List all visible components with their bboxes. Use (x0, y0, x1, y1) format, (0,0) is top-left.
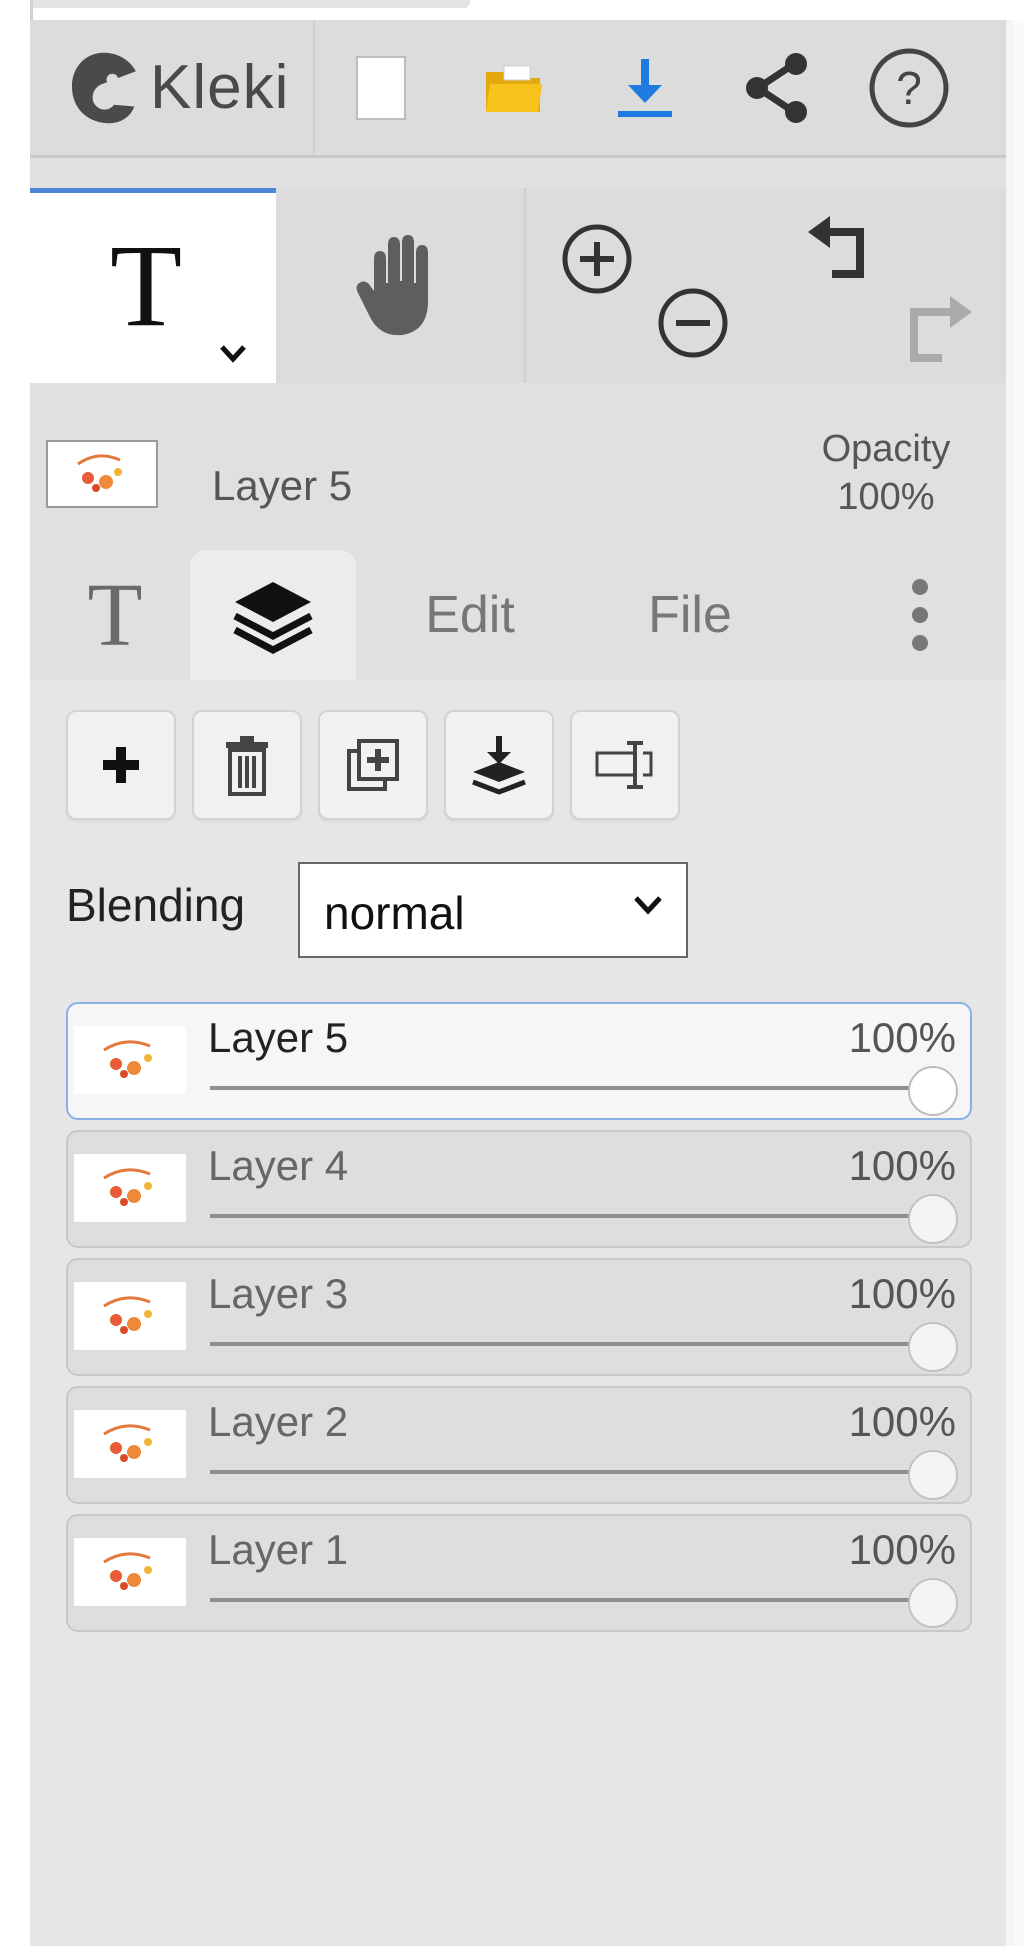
blending-value: normal (324, 887, 465, 939)
opacity-slider-track[interactable] (210, 1598, 916, 1602)
redo-icon[interactable] (898, 288, 978, 368)
zoom-out-icon[interactable] (656, 286, 730, 360)
chevron-down-icon (634, 896, 662, 915)
layer-opacity: 100% (848, 1398, 956, 1445)
canvas-edge (0, 0, 33, 1946)
layer-row[interactable]: Layer 4 100% (66, 1130, 972, 1248)
opacity-slider-handle[interactable] (908, 1578, 958, 1628)
layer-name: Layer 3 (208, 1270, 349, 1317)
share-icon (746, 52, 808, 123)
more-menu-button[interactable] (890, 550, 950, 680)
svg-text:?: ? (897, 62, 923, 114)
layer-name: Layer 2 (208, 1398, 349, 1445)
merge-down-icon (472, 736, 526, 795)
opacity-slider-handle[interactable] (908, 1194, 958, 1244)
hand-tool-button[interactable] (276, 188, 526, 383)
layer-opacity: 100% (848, 1270, 956, 1317)
open-image-button[interactable] (447, 20, 579, 155)
share-button[interactable] (711, 20, 843, 155)
layer-row[interactable]: Layer 5 100% (66, 1002, 972, 1120)
top-scrollbar (30, 0, 470, 8)
layer-row[interactable]: Layer 2 100% (66, 1386, 972, 1504)
rename-icon (595, 741, 653, 789)
layer-name: Layer 1 (208, 1526, 349, 1573)
help-button[interactable]: ? (843, 20, 975, 155)
app-name: Kleki (150, 53, 290, 122)
opacity-label: Opacity (821, 428, 951, 470)
opacity-value: 100% (837, 476, 935, 518)
help-icon: ? (869, 48, 949, 127)
opacity-slider-track[interactable] (210, 1214, 916, 1218)
app-header: Kleki ? (30, 20, 1006, 158)
current-layer-info: Layer 5 Opacity 100% (30, 400, 1006, 520)
layer-thumbnail (74, 1026, 186, 1094)
blending-select[interactable]: normal (298, 862, 688, 958)
tab-layers[interactable] (190, 550, 356, 682)
hand-icon (356, 234, 428, 335)
text-tool-glyph: T (110, 220, 183, 351)
history-controls (766, 188, 1006, 383)
layer-opacity: 100% (848, 1142, 956, 1189)
duplicate-layer-button[interactable] (318, 710, 428, 820)
app-logo[interactable]: Kleki (30, 20, 316, 155)
download-button[interactable] (579, 20, 711, 155)
layer-row[interactable]: Layer 3 100% (66, 1258, 972, 1376)
side-panel: Kleki ? T Layer 5 Opacity 100% T Edit Fi… (30, 20, 1014, 1946)
kleki-logo-icon (71, 52, 136, 123)
panel-tabs: T Edit File (30, 530, 1006, 682)
current-layer-name: Layer 5 (212, 462, 353, 509)
zoom-in-icon[interactable] (560, 222, 634, 296)
opacity-slider-track[interactable] (210, 1342, 916, 1346)
layer-thumbnail (74, 1410, 186, 1478)
undo-icon[interactable] (802, 212, 882, 292)
text-tool-button[interactable]: T (30, 188, 276, 383)
open-folder-icon (486, 65, 543, 112)
layer-opacity: 100% (848, 1526, 956, 1573)
tab-file[interactable]: File (610, 550, 770, 680)
tool-row: T (30, 188, 1006, 383)
new-image-button[interactable] (315, 20, 447, 155)
layer-name: Layer 4 (208, 1142, 349, 1189)
current-layer-thumbnail (46, 440, 158, 508)
layer-opacity: 100% (848, 1014, 956, 1061)
chevron-down-icon[interactable] (218, 343, 248, 365)
opacity-slider-handle[interactable] (908, 1066, 958, 1116)
merge-down-button[interactable] (444, 710, 554, 820)
layer-thumbnail (74, 1282, 186, 1350)
opacity-slider-handle[interactable] (908, 1450, 958, 1500)
duplicate-icon (347, 739, 399, 791)
opacity-slider-handle[interactable] (908, 1322, 958, 1372)
layer-name: Layer 5 (208, 1014, 349, 1061)
layer-actions (66, 710, 680, 820)
blending-label: Blending (66, 879, 246, 931)
top-edge (0, 0, 1024, 20)
layer-preview-image (77, 454, 122, 492)
trash-icon (226, 736, 268, 796)
layer-thumbnail (74, 1538, 186, 1606)
tab-tool-settings[interactable]: T (50, 550, 180, 680)
delete-layer-button[interactable] (192, 710, 302, 820)
tab-edit[interactable]: Edit (390, 550, 550, 680)
new-image-icon (356, 55, 407, 120)
plus-icon (103, 747, 139, 783)
add-layer-button[interactable] (66, 710, 176, 820)
opacity-slider-track[interactable] (210, 1086, 916, 1090)
layer-thumbnail (74, 1154, 186, 1222)
layers-icon (233, 582, 313, 654)
more-vertical-icon (912, 579, 928, 651)
zoom-controls (526, 188, 766, 383)
download-icon (618, 58, 673, 117)
layers-panel: Blending normal Layer 5 100% Layer 4 100% La… (30, 680, 1006, 1946)
rename-layer-button[interactable] (570, 710, 680, 820)
layer-row[interactable]: Layer 1 100% (66, 1514, 972, 1632)
opacity-slider-track[interactable] (210, 1470, 916, 1474)
